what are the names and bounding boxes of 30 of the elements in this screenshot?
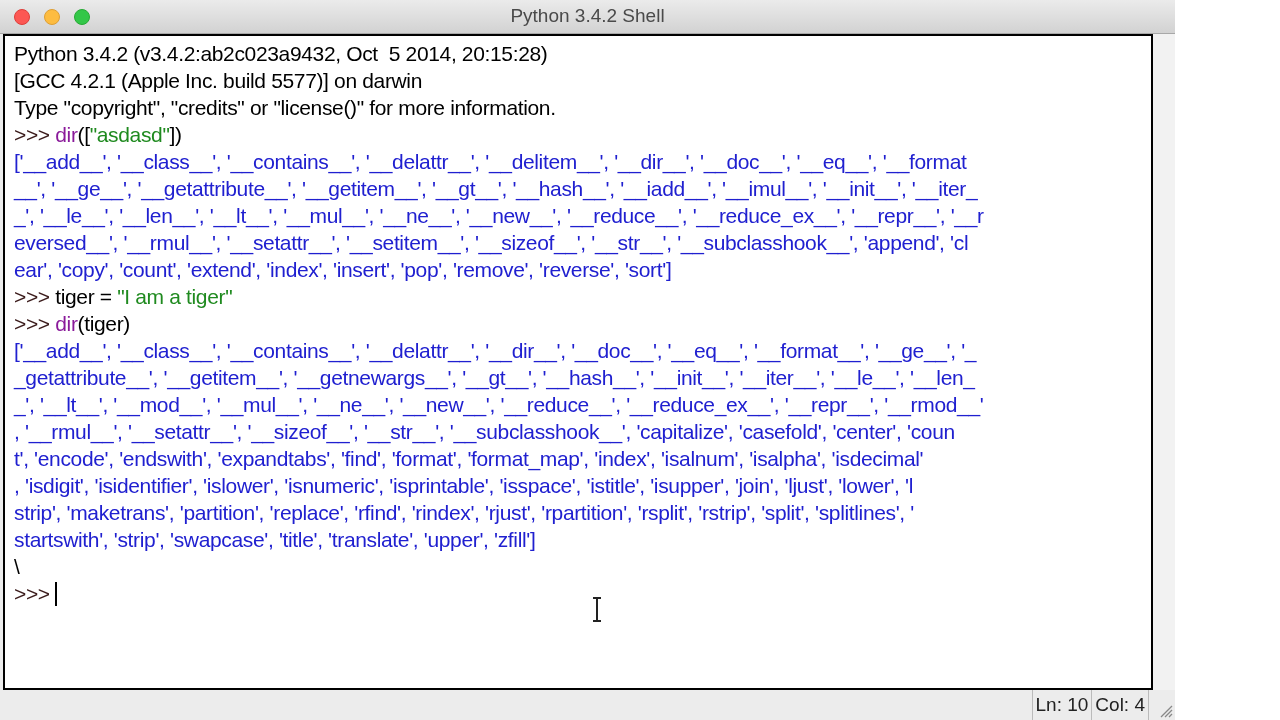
line-indicator: Ln: 10 (1031, 690, 1093, 720)
code-line: startswith', 'strip', 'swapcase', 'title', 'translate', 'upper', 'zfill'] (14, 527, 536, 553)
code-line: >>> dir(tiger) (14, 311, 130, 337)
column-indicator: Col: 4 (1092, 690, 1149, 720)
text-caret (55, 581, 57, 606)
code-line: strip', 'maketrans', 'partition', 'replace', 'rfind', 'rindex', 'rjust', 'rpartition', 'rsplit', 'rstrip', 'split', 'splitlines', ' (14, 500, 914, 526)
code-line: \ (14, 554, 20, 580)
minimize-button[interactable] (44, 9, 60, 25)
code-line: , '__rmul__', '__setattr__', '__sizeof__', '__str__', '__subclasshook__', 'capitalize', 'casefold', 'center', 'coun (14, 419, 955, 445)
window-title: Python 3.4.2 Shell (510, 4, 665, 29)
code-line: >>> tiger = "I am a tiger" (14, 284, 233, 310)
code-line: >>> (14, 581, 51, 607)
code-line: ['__add__', '__class__', '__contains__', '__delattr__', '__dir__', '__doc__', '__eq__', '__format__', '__ge__', '_ (14, 338, 977, 364)
close-button[interactable] (14, 9, 30, 25)
code-line: [GCC 4.2.1 (Apple Inc. build 5577)] on darwin (14, 68, 422, 94)
code-line: Type "copyright", "credits" or "license()" for more information. (14, 95, 556, 121)
zoom-button[interactable] (74, 9, 90, 25)
code-line: ['__add__', '__class__', '__contains__', '__delattr__', '__delitem__', '__dir__', '__doc__', '__eq__', '__format (14, 149, 967, 175)
shell-text-area[interactable] (3, 34, 1153, 690)
code-line: _getattribute__', '__getitem__', '__getnewargs__', '__gt__', '__hash__', '__init__', '__iter__', '__le__', '__len_ (14, 365, 975, 391)
text-cursor-icon (591, 597, 603, 622)
code-line: t', 'encode', 'endswith', 'expandtabs', 'find', 'format', 'format_map', 'index', 'isalnum', 'isalpha', 'isdecimal' (14, 446, 924, 472)
code-line: ear', 'copy', 'count', 'extend', 'index', 'insert', 'pop', 'remove', 'reverse', 'sort'] (14, 257, 672, 283)
code-line: _', '__le__', '__len__', '__lt__', '__mul__', '__ne__', '__new__', '__reduce__', '__reduce_ex__', '__repr__', '__r (14, 203, 984, 229)
code-line: eversed__', '__rmul__', '__setattr__', '__setitem__', '__sizeof__', '__str__', '__subclasshook__', 'append', 'cl (14, 230, 969, 256)
code-line: _', '__lt__', '__mod__', '__mul__', '__ne__', '__new__', '__reduce__', '__reduce_ex__', '__repr__', '__rmod__' (14, 392, 984, 418)
code-line: Python 3.4.2 (v3.4.2:ab2c023a9432, Oct 5 2014, 20:15:28) (14, 41, 548, 67)
code-line: __', '__ge__', '__getattribute__', '__getitem__', '__gt__', '__hash__', '__iadd__', '__imul__', '__init__', '__iter_ (14, 176, 978, 202)
code-line: >>> dir(["asdasd"]) (14, 122, 182, 148)
code-line: , 'isdigit', 'isidentifier', 'islower', 'isnumeric', 'isprintable', 'isspace', 'istitle', 'isupper', 'join', 'ljust', 'lower', 'l (14, 473, 914, 499)
